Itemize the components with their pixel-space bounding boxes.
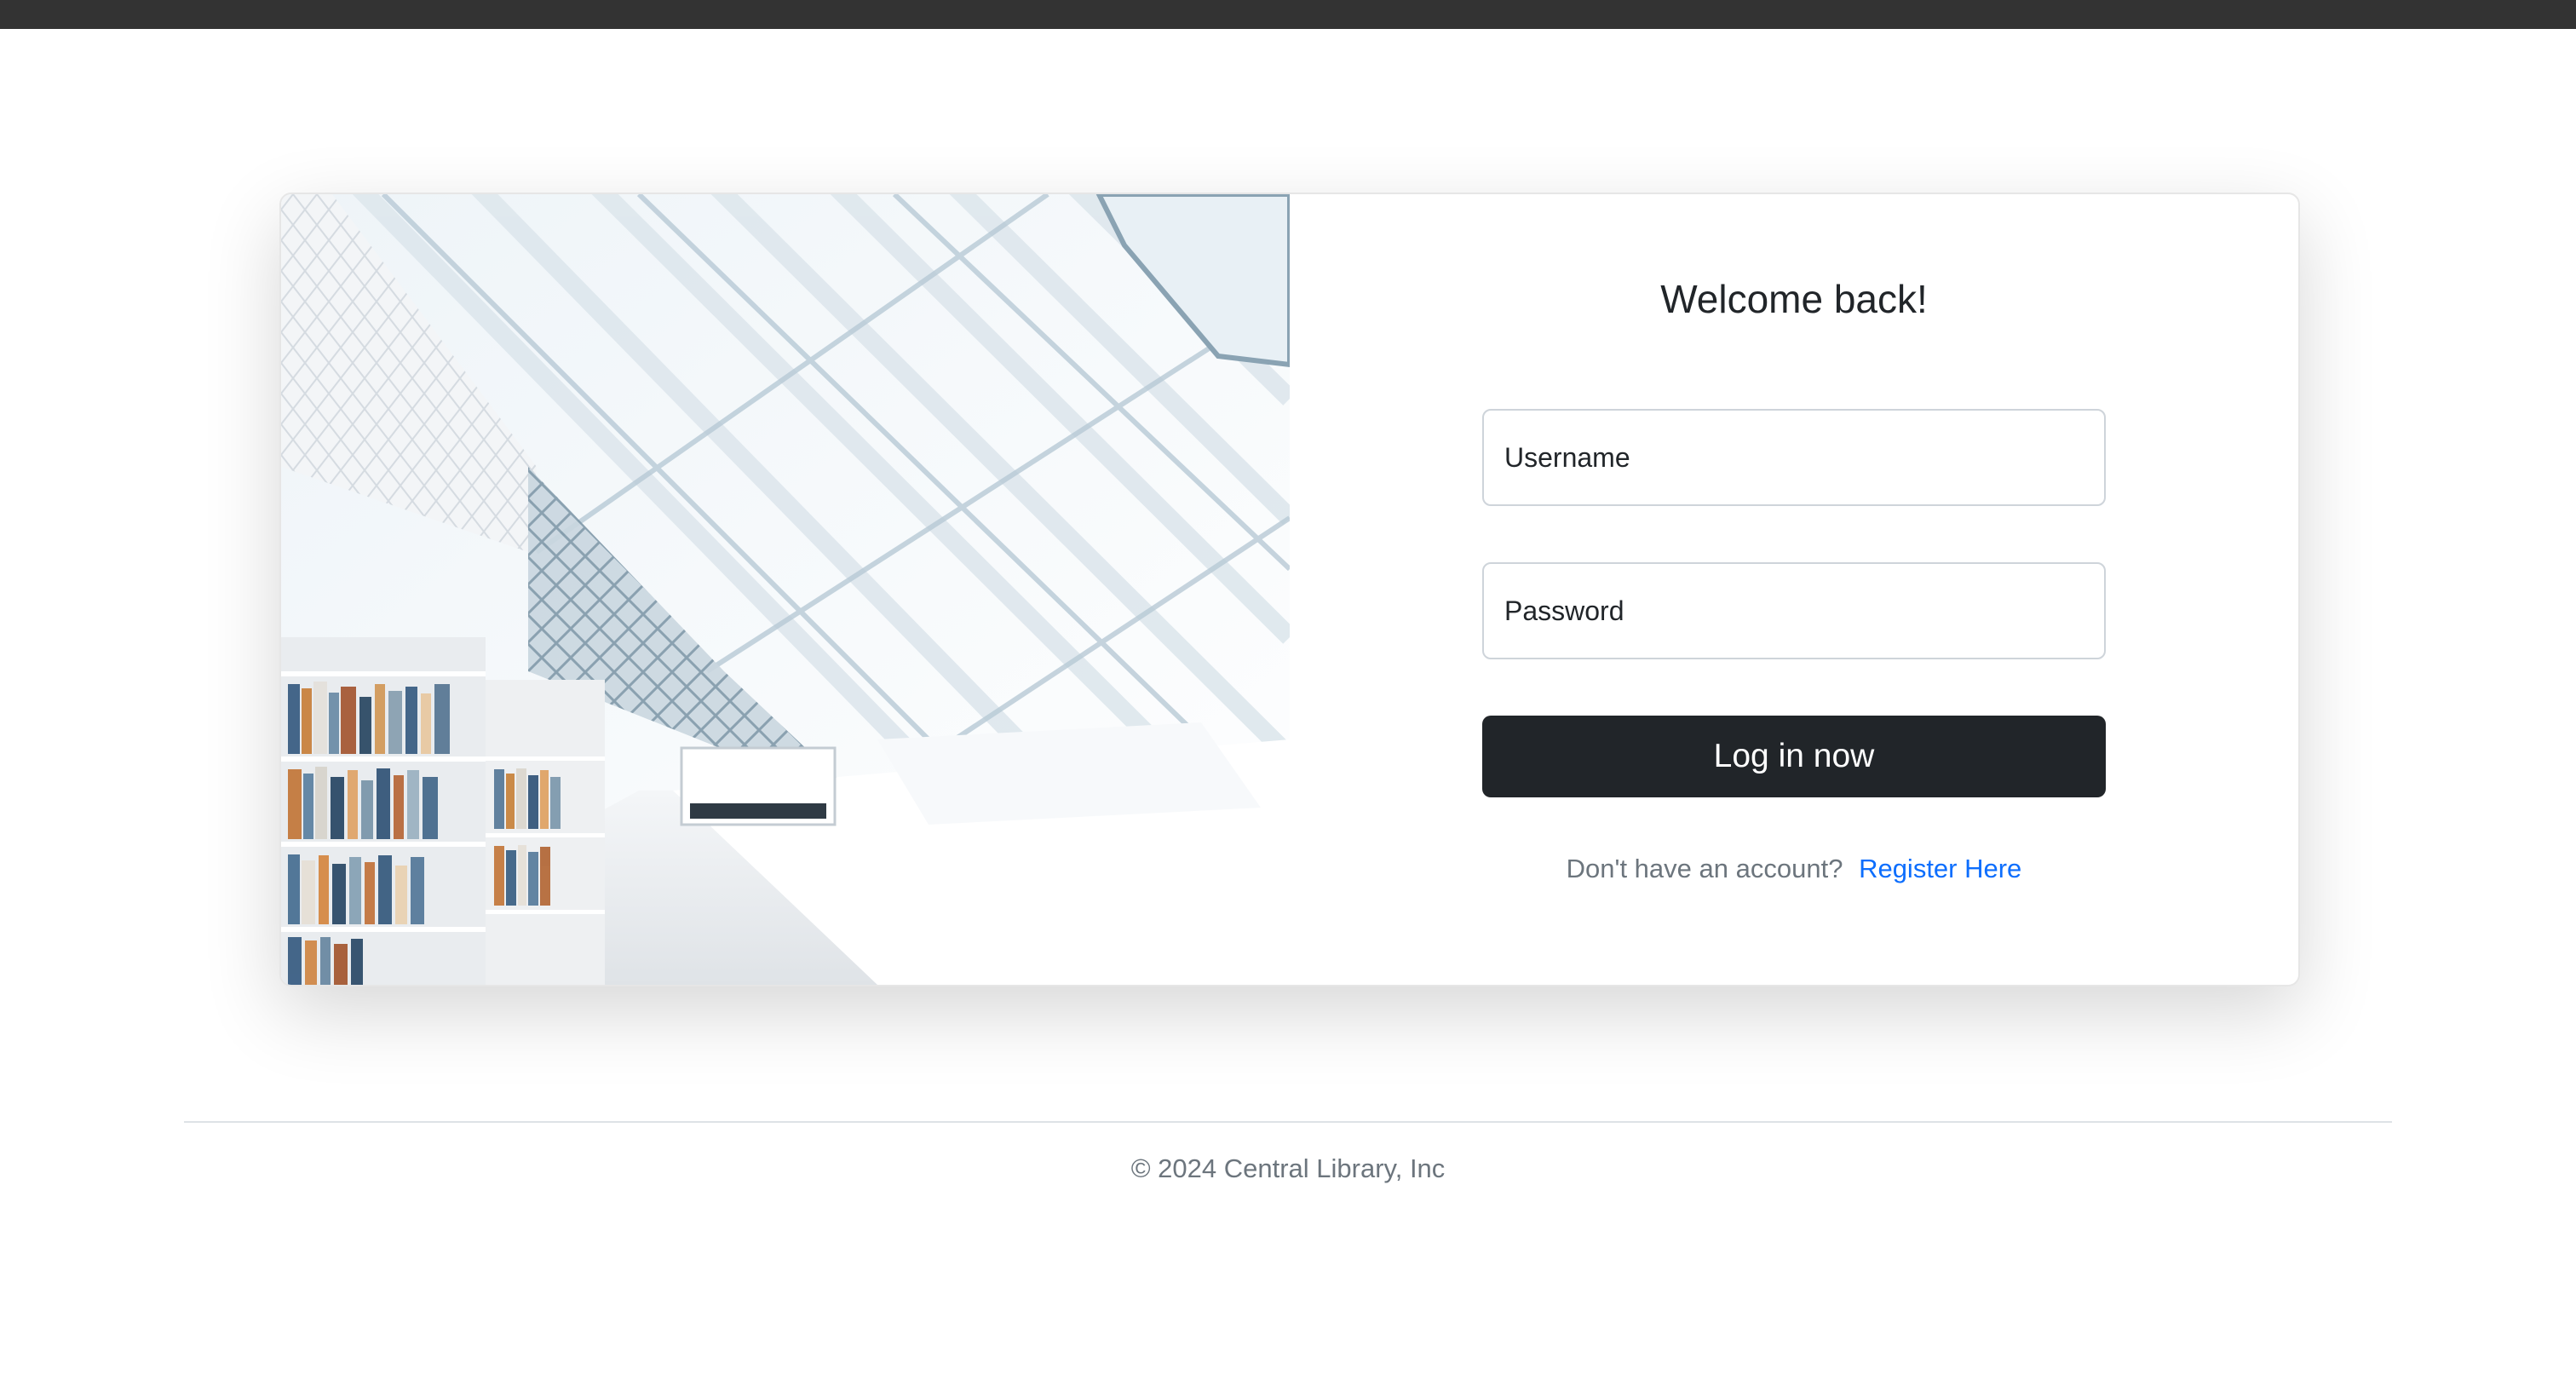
top-bar (0, 0, 2576, 29)
login-form-pane: Welcome back! Log in now Don't have an a… (1290, 194, 2298, 985)
username-input[interactable] (1482, 409, 2106, 506)
register-prompt-text: Don't have an account? (1566, 854, 1843, 883)
login-card: Welcome back! Log in now Don't have an a… (279, 193, 2300, 986)
login-button[interactable]: Log in now (1482, 716, 2106, 797)
library-hero-image (281, 194, 1290, 985)
register-link[interactable]: Register Here (1859, 854, 2021, 883)
password-input[interactable] (1482, 562, 2106, 659)
register-prompt-row: Don't have an account? Register Here (1290, 854, 2298, 884)
welcome-title: Welcome back! (1660, 277, 1928, 321)
footer-copyright: © 2024 Central Library, Inc (1130, 1153, 1446, 1183)
footer-divider (184, 1121, 2392, 1123)
